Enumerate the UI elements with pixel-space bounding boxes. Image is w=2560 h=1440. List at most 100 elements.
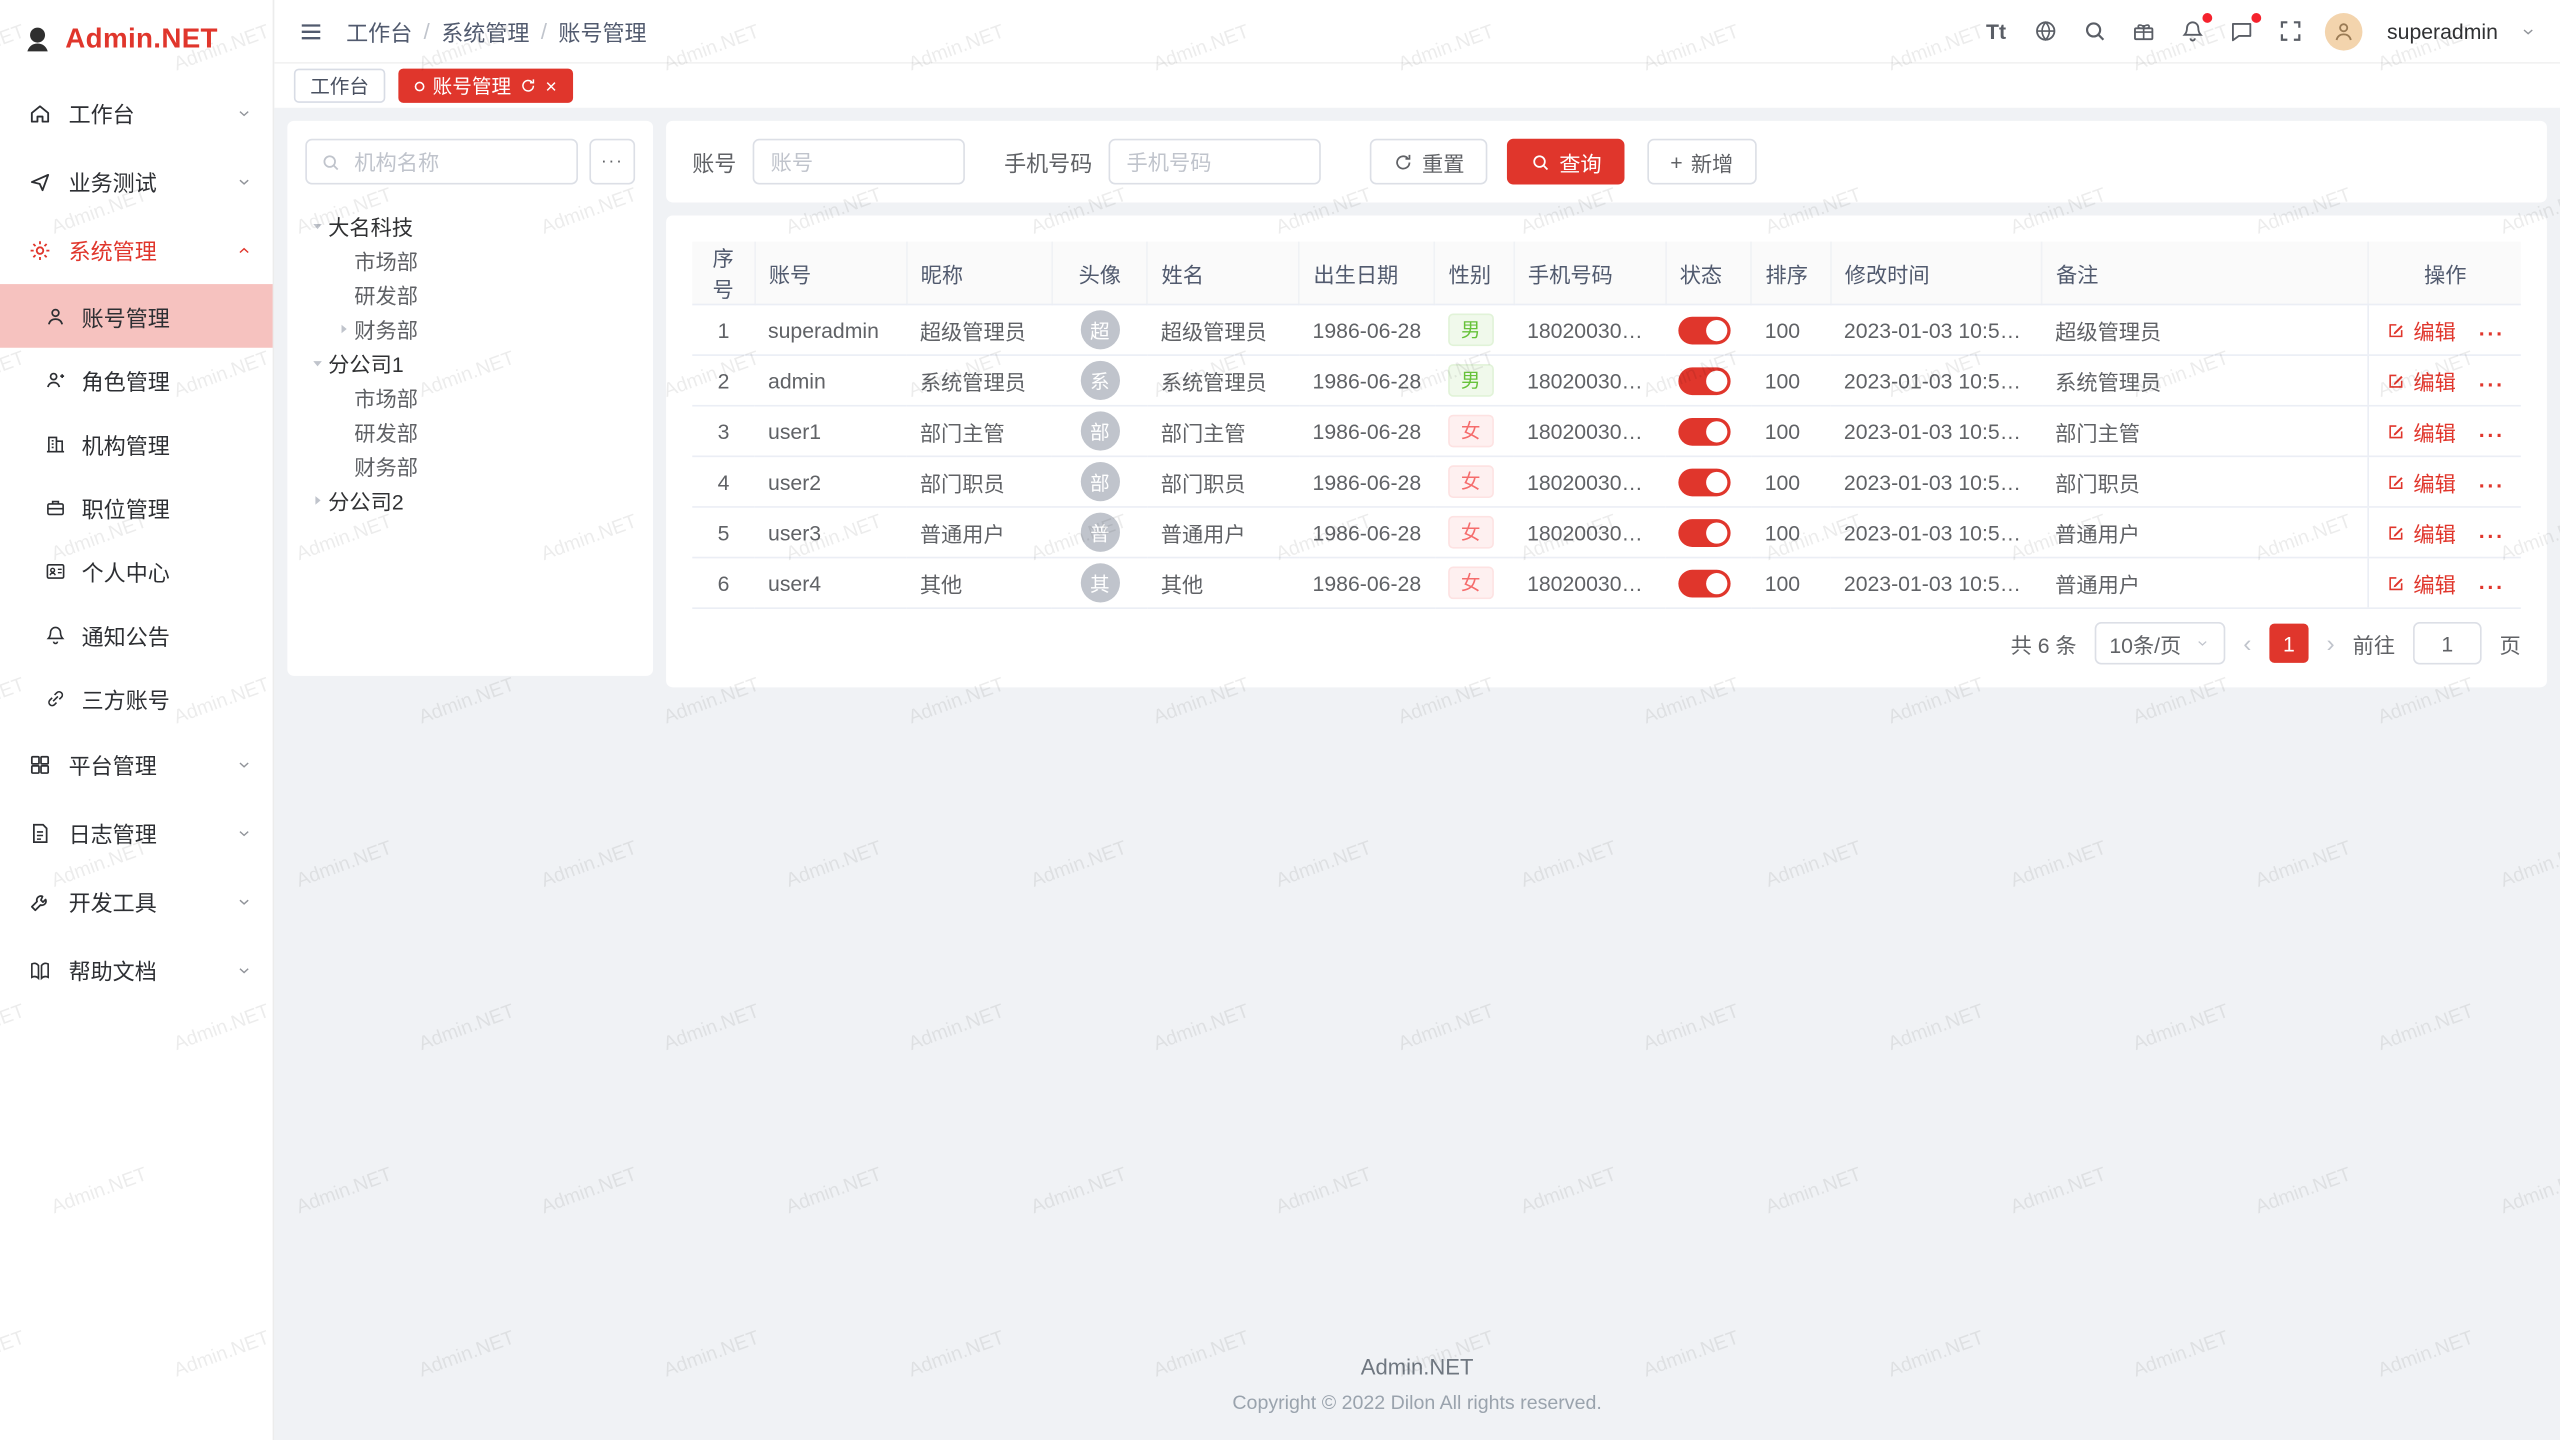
edit-button[interactable]: 编辑: [2386, 314, 2456, 345]
sidebar-item-label: 工作台: [69, 96, 236, 129]
sidebar-item-workbench[interactable]: 工作台: [0, 78, 273, 147]
tree-node[interactable]: 大名科技: [305, 209, 635, 243]
search-icon: [320, 151, 341, 172]
sidebar-item-dev-tools[interactable]: 开发工具: [0, 867, 273, 936]
cell-status: [1666, 406, 1752, 457]
cell-name: 其他: [1148, 558, 1300, 609]
fullscreen-icon[interactable]: [2276, 17, 2304, 45]
phone-input[interactable]: [1109, 139, 1321, 185]
cell-status: [1666, 558, 1752, 609]
status-toggle[interactable]: [1679, 569, 1731, 597]
status-toggle[interactable]: [1679, 518, 1731, 546]
tree-node[interactable]: 分公司2: [305, 483, 635, 517]
prev-page-button[interactable]: ‹: [2243, 629, 2251, 657]
goto-page-input[interactable]: [2413, 622, 2482, 664]
add-button[interactable]: + 新增: [1647, 139, 1756, 185]
username[interactable]: superadmin: [2387, 19, 2498, 43]
tree-node[interactable]: 财务部: [305, 449, 635, 483]
reset-button[interactable]: 重置: [1370, 139, 1488, 185]
row-more-button[interactable]: ···: [2479, 321, 2505, 345]
status-toggle[interactable]: [1679, 417, 1731, 445]
globe-icon[interactable]: [2031, 17, 2059, 45]
gift-icon[interactable]: [2129, 17, 2157, 45]
status-toggle[interactable]: [1679, 468, 1731, 496]
search-icon[interactable]: [2080, 17, 2108, 45]
cell-actions: 编辑 ···: [2369, 456, 2521, 507]
cell-remark: 系统管理员: [2042, 355, 2369, 406]
next-page-button[interactable]: ›: [2326, 629, 2334, 657]
cell-sort: 100: [1752, 558, 1831, 609]
row-more-button[interactable]: ···: [2479, 574, 2505, 598]
breadcrumb-item[interactable]: 工作台: [346, 15, 412, 48]
chevron-down-icon[interactable]: [2519, 22, 2537, 40]
edit-button[interactable]: 编辑: [2386, 416, 2456, 447]
tree-node[interactable]: 市场部: [305, 380, 635, 414]
tree-node[interactable]: 财务部: [305, 312, 635, 346]
font-size-icon[interactable]: Tt: [1982, 17, 2010, 45]
sidebar-item-system-management[interactable]: 系统管理: [0, 216, 273, 285]
row-more-button[interactable]: ···: [2479, 422, 2505, 446]
cell-gender: 男: [1435, 304, 1514, 355]
breadcrumb-item[interactable]: 系统管理: [441, 15, 529, 48]
edit-icon: [2386, 522, 2407, 543]
edit-button[interactable]: 编辑: [2386, 517, 2456, 548]
page-size-select[interactable]: 10条/页: [2095, 622, 2226, 664]
message-icon[interactable]: [2227, 17, 2255, 45]
edit-button[interactable]: 编辑: [2386, 466, 2456, 497]
sidebar-item-personal-center[interactable]: 个人中心: [0, 539, 273, 603]
page-unit-label: 页: [2500, 628, 2521, 659]
sidebar-item-notice[interactable]: 通知公告: [0, 602, 273, 666]
sidebar-item-third-party-account[interactable]: 三方账号: [0, 666, 273, 730]
avatar[interactable]: [2325, 12, 2363, 50]
status-toggle[interactable]: [1679, 367, 1731, 395]
tree-node-label: 财务部: [354, 313, 418, 344]
bell-icon[interactable]: [2178, 17, 2206, 45]
book-icon: [28, 958, 52, 982]
org-search-input[interactable]: [351, 148, 563, 176]
org-more-button[interactable]: ···: [589, 139, 635, 185]
sidebar-item-log-management[interactable]: 日志管理: [0, 798, 273, 867]
cell-index: 1: [692, 304, 755, 355]
sidebar-item-platform-management[interactable]: 平台管理: [0, 730, 273, 799]
status-toggle[interactable]: [1679, 316, 1731, 344]
cell-modified-time: 2023-01-03 10:59:44: [1831, 456, 2042, 507]
caret-down-icon[interactable]: [305, 352, 328, 375]
cell-index: 6: [692, 558, 755, 609]
sidebar-item-role-management[interactable]: 角色管理: [0, 348, 273, 412]
tree-node-label: 大名科技: [328, 211, 413, 242]
edit-button[interactable]: 编辑: [2386, 365, 2456, 396]
tab-account-management[interactable]: 账号管理 ×: [398, 69, 573, 103]
row-more-button[interactable]: ···: [2479, 473, 2505, 497]
caret-down-icon[interactable]: [305, 215, 328, 238]
tree-node-label: 市场部: [354, 245, 418, 276]
sidebar-item-org-management[interactable]: 机构管理: [0, 411, 273, 475]
row-more-button[interactable]: ···: [2479, 371, 2505, 395]
account-input[interactable]: [753, 139, 965, 185]
hamburger-menu-icon[interactable]: [297, 17, 325, 45]
search-button[interactable]: 查询: [1507, 139, 1625, 185]
cell-remark: 超级管理员: [2042, 304, 2369, 355]
tree-node[interactable]: 分公司1: [305, 346, 635, 380]
caret-right-icon[interactable]: [305, 489, 328, 512]
chevron-down-icon: [235, 104, 253, 122]
refresh-icon[interactable]: [519, 77, 537, 95]
sidebar-item-help-docs[interactable]: 帮助文档: [0, 936, 273, 1005]
tab-workbench[interactable]: 工作台: [294, 69, 385, 103]
caret-right-icon[interactable]: [331, 318, 354, 341]
page-number-button[interactable]: 1: [2269, 624, 2308, 663]
column-header: 备注: [2042, 242, 2369, 305]
sidebar-item-business-test[interactable]: 业务测试: [0, 147, 273, 216]
sidebar-item-account-management[interactable]: 账号管理: [0, 284, 273, 348]
tree-node[interactable]: 研发部: [305, 278, 635, 312]
close-icon[interactable]: ×: [545, 76, 556, 96]
chevron-down-icon: [235, 755, 253, 773]
cell-phone: 18020030720: [1514, 406, 1666, 457]
edit-button[interactable]: 编辑: [2386, 567, 2456, 598]
sidebar-item-position-management[interactable]: 职位管理: [0, 475, 273, 539]
sidebar-item-label: 账号管理: [82, 300, 170, 333]
row-more-button[interactable]: ···: [2479, 523, 2505, 547]
active-tab-dot: [415, 81, 425, 91]
column-header: 修改时间: [1831, 242, 2042, 305]
tree-node[interactable]: 研发部: [305, 415, 635, 449]
tree-node[interactable]: 市场部: [305, 243, 635, 277]
